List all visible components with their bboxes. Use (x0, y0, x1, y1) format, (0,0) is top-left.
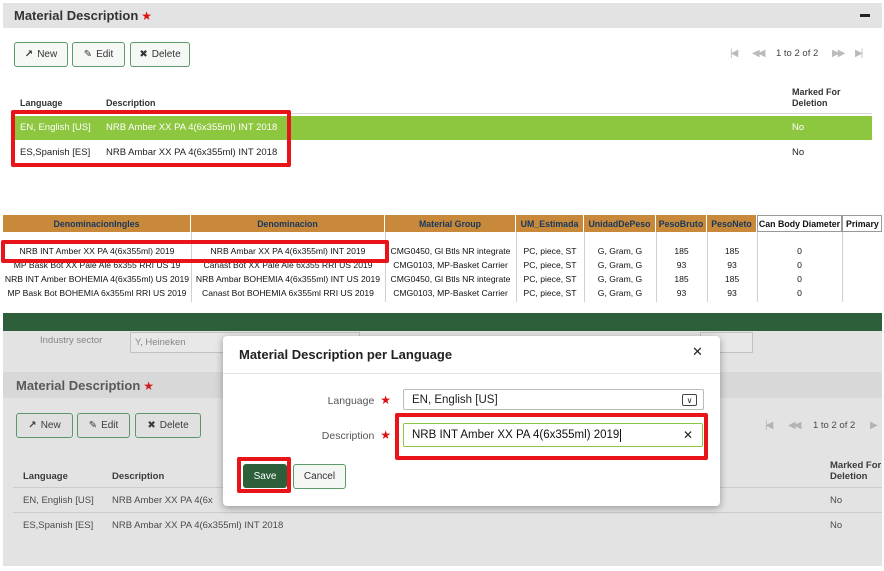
top-panel-title: Material Description (14, 8, 139, 23)
xl-header-pesobruto: PesoBruto (656, 215, 707, 232)
xl-cell: G, Gram, G (597, 288, 643, 298)
xl-cell: 0 (797, 246, 802, 256)
xl-cell: G, Gram, G (597, 260, 643, 270)
minus-icon[interactable] (860, 14, 870, 17)
xl-cell: 93 (676, 260, 687, 270)
required-star-icon: ★ (141, 9, 153, 23)
xl-header-primary: Primary P (842, 215, 882, 232)
edit-square-icon: ↗ (24, 49, 34, 60)
top-pager-text: 1 to 2 of 2 (776, 48, 819, 59)
next-page-icon[interactable]: ▶▶ (832, 48, 845, 59)
row-marked: No (792, 122, 805, 133)
row-marked: No (792, 147, 805, 158)
top-col-marked-line1: Marked For (792, 87, 841, 97)
xl-cell: CMG0450, Gl Btls NR integrate (390, 274, 511, 284)
top-col-marked[interactable]: Marked For Deletion (792, 87, 841, 109)
xl-cell: PC, piece, ST (523, 288, 577, 298)
xl-cell: 93 (727, 260, 737, 270)
xl-cell: G, Gram, G (597, 274, 643, 284)
xl-cell: 0 (797, 288, 802, 298)
xl-cell: NRB INT Amber BOHEMIA 4(6x355ml) US 2019 (4, 274, 190, 284)
top-edit-button[interactable]: ✎ Edit (72, 42, 125, 67)
highlight-box-save (237, 457, 291, 493)
xl-cell: 185 (674, 246, 689, 256)
top-delete-label: Delete (151, 49, 181, 60)
xl-cell: CMG0103, MP-Basket Carrier (393, 288, 508, 298)
top-col-language[interactable]: Language (20, 98, 63, 108)
last-page-icon[interactable]: ▶| (855, 48, 863, 59)
dark-band (3, 313, 882, 331)
xl-cell: PC, piece, ST (523, 246, 577, 256)
xl-header-unidaddepeso: UnidadDePeso (584, 215, 656, 232)
highlight-box-spreadsheet-row (1, 240, 389, 263)
xl-header-denominacion: Denominacion (191, 215, 385, 232)
xl-cell: 93 (727, 288, 737, 298)
xl-cell: 185 (674, 274, 689, 284)
top-panel-title-wrap: Material Description ★ (14, 8, 152, 23)
xl-header-pesoneto: PesoNeto (707, 215, 757, 232)
language-select[interactable]: EN, English [US] ∨ (403, 389, 704, 410)
xl-cell: 185 (724, 274, 740, 284)
xl-cell: 93 (676, 288, 687, 298)
top-delete-button[interactable]: ✖ Delete (130, 42, 190, 67)
xl-cell: 0 (797, 274, 802, 284)
top-new-button[interactable]: ↗ New (14, 42, 68, 67)
top-new-label: New (37, 49, 58, 60)
xl-header-material-group: Material Group (385, 215, 516, 232)
prev-page-icon[interactable]: ◀◀ (752, 48, 765, 59)
xl-cell: Canast Bot BOHEMIA 6x355ml RRI US 2019 (202, 288, 374, 298)
xl-cell: PC, piece, ST (523, 274, 577, 284)
x-icon: ✖ (139, 49, 148, 60)
xl-gridline (842, 232, 843, 302)
description-label: Description (321, 430, 375, 442)
highlight-box-description (395, 413, 708, 460)
close-icon[interactable]: ✕ (692, 344, 703, 360)
first-page-icon[interactable]: |◀ (730, 48, 738, 59)
xl-cell: 0 (797, 260, 802, 270)
xl-cell: PC, piece, ST (523, 260, 577, 270)
modal-title: Material Description per Language (239, 347, 453, 362)
language-select-value: EN, English [US] (412, 393, 498, 406)
top-col-description[interactable]: Description (106, 98, 156, 108)
modal-header-divider (223, 373, 720, 374)
pencil-icon: ✎ (83, 49, 93, 60)
description-label-wrap: Description ★ (303, 428, 391, 442)
required-star-icon: ★ (380, 393, 391, 407)
language-label-wrap: Language ★ (303, 393, 391, 407)
xl-cell: G, Gram, G (597, 246, 643, 256)
language-label: Language (327, 395, 375, 407)
xl-header-um-estimada: UM_Estimada (516, 215, 584, 232)
xl-cell: MP Bask Bot BOHEMIA 6x355ml RRI US 2019 (7, 288, 187, 298)
xl-cell: NRB Ambar BOHEMIA 4(6x355ml) INT US 2019 (195, 274, 381, 284)
top-edit-label: Edit (96, 49, 114, 60)
xl-cell: CMG0103, MP-Basket Carrier (393, 260, 508, 270)
required-star-icon: ★ (380, 428, 391, 442)
xl-cell: 185 (724, 246, 740, 256)
chevron-down-icon[interactable]: ∨ (682, 394, 697, 406)
cancel-button[interactable]: Cancel (293, 464, 346, 489)
xl-header-denominacioningles: DenominacionIngles (3, 215, 191, 232)
highlight-box-top-rows (11, 110, 291, 167)
xl-cell: CMG0450, Gl Btls NR integrate (390, 246, 511, 256)
top-col-marked-line2: Deletion (792, 98, 828, 108)
cancel-label: Cancel (303, 471, 336, 482)
xl-header-can-body-diameter: Can Body Diameter (757, 215, 842, 232)
